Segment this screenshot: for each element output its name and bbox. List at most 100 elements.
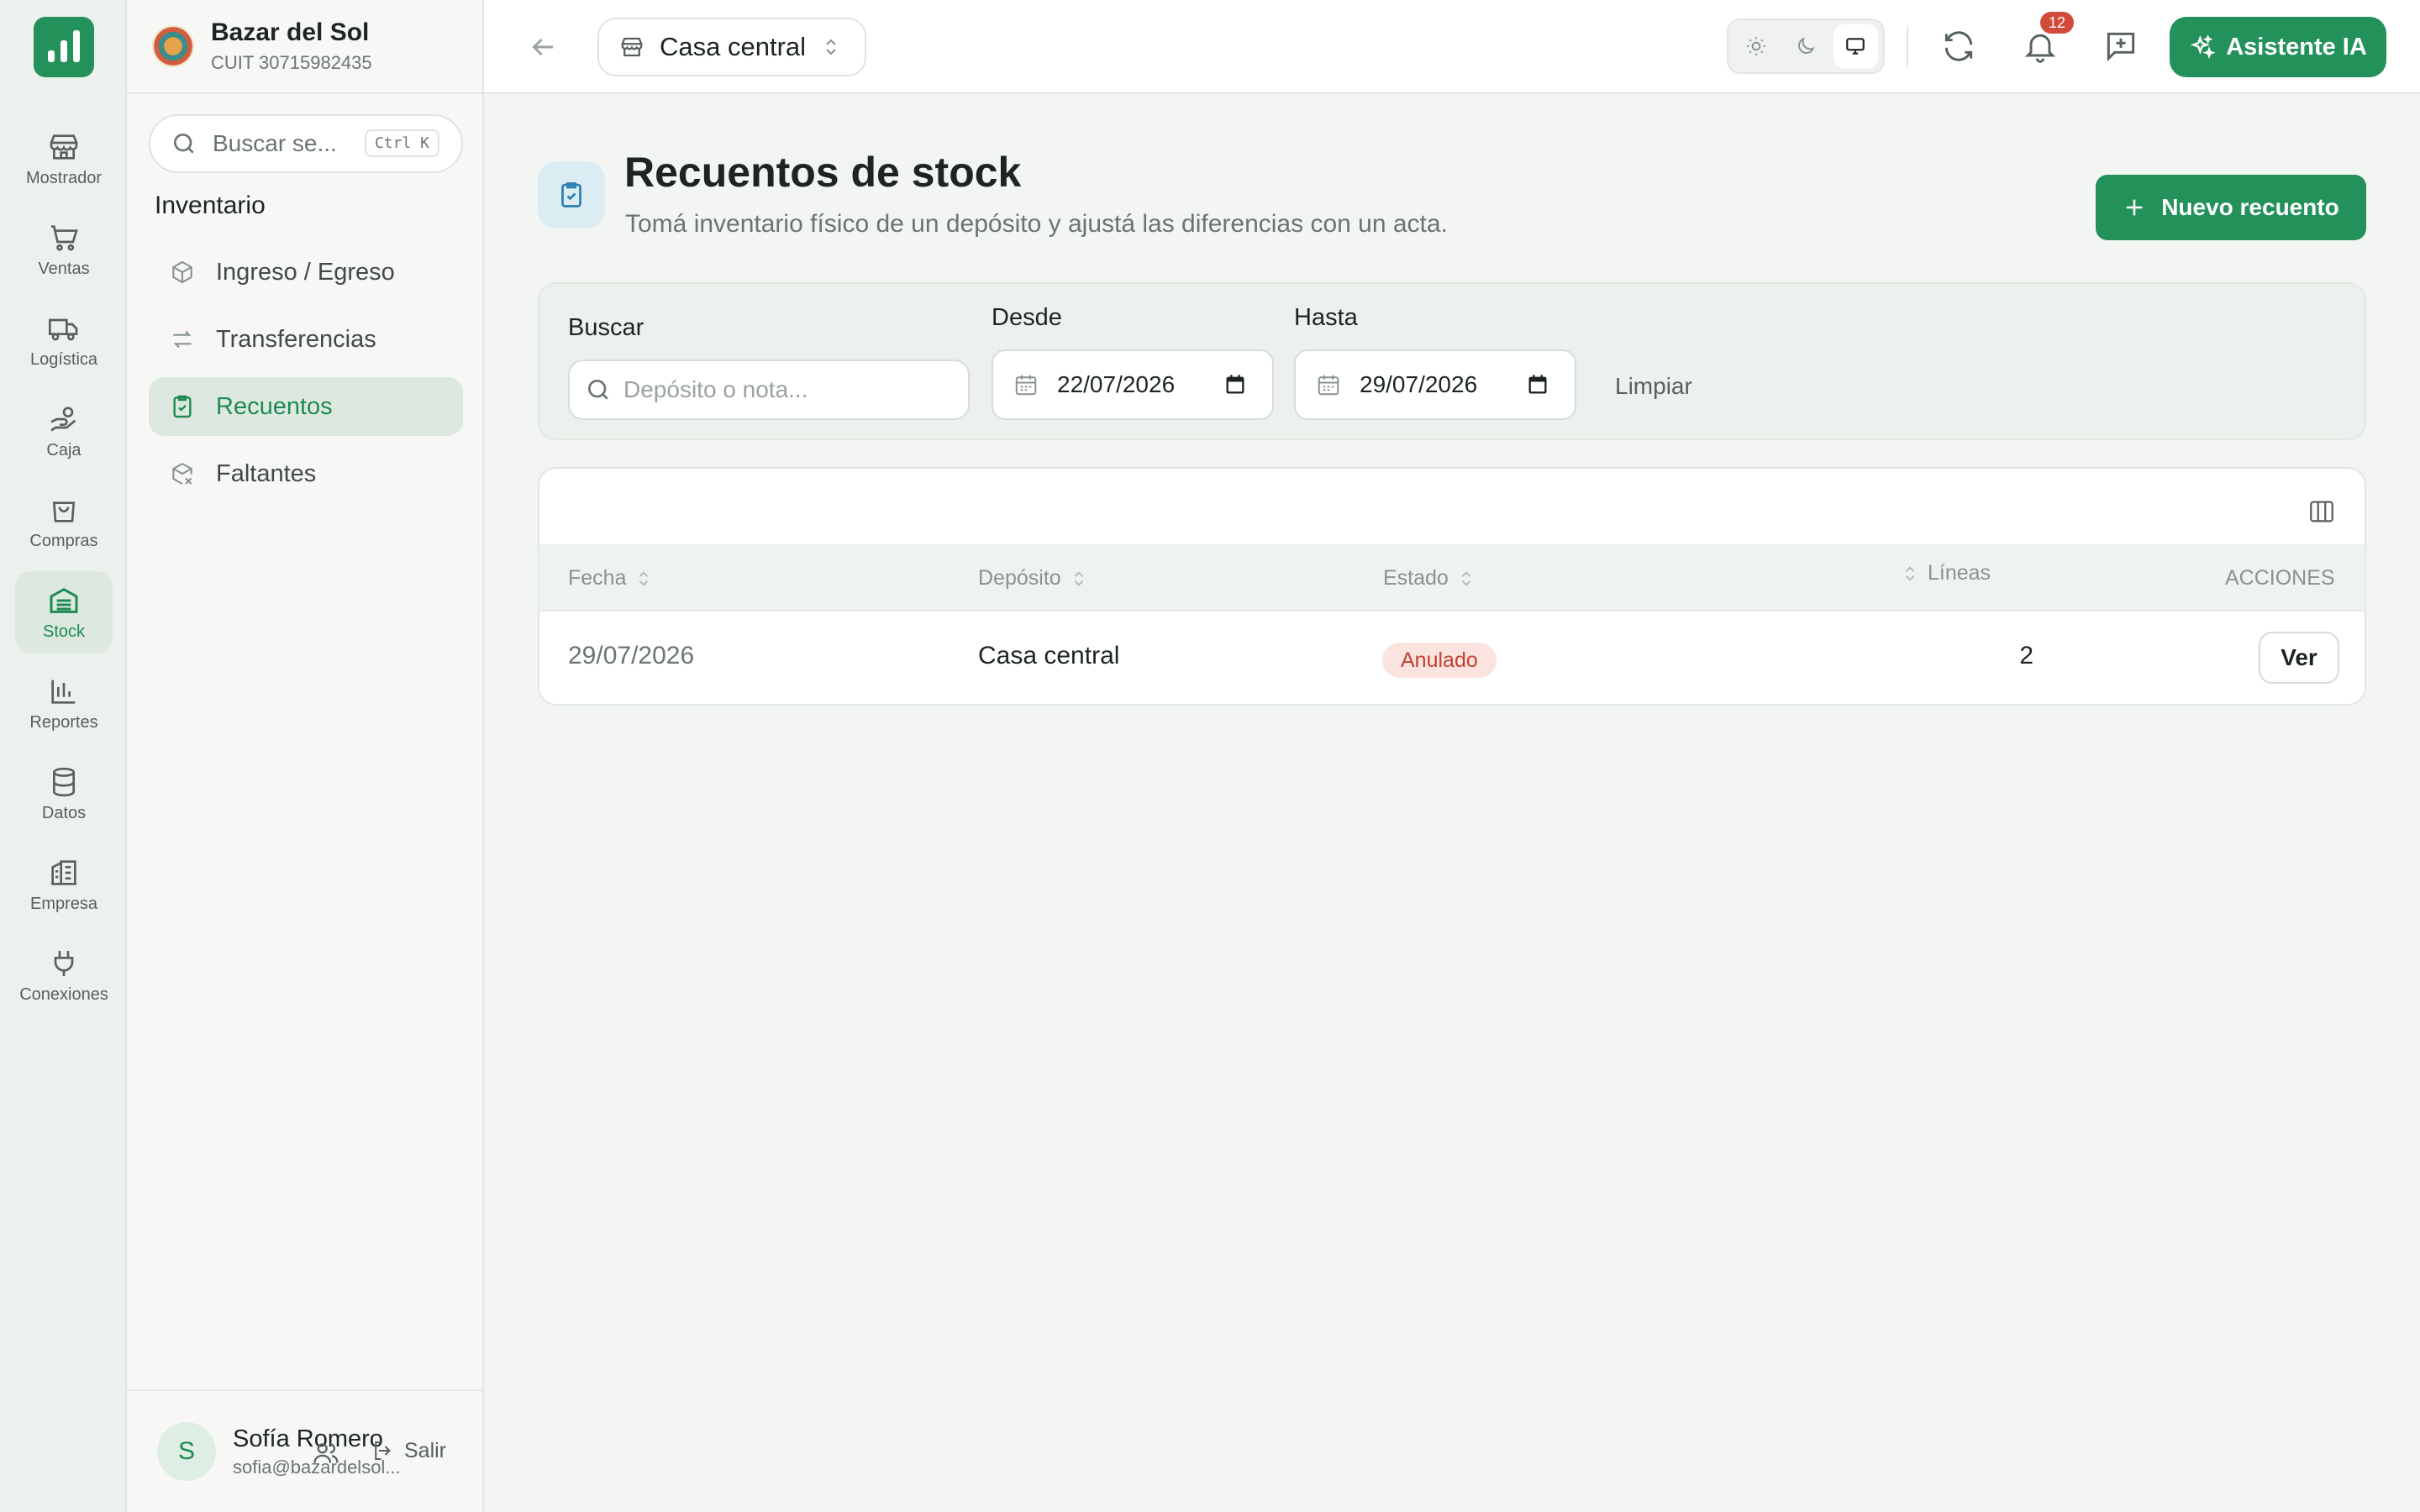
sidebar-item-ingreso-egreso[interactable]: Ingreso / Egreso bbox=[149, 243, 463, 302]
theme-light-button[interactable] bbox=[1733, 24, 1778, 68]
rail-item-label: Empresa bbox=[29, 894, 98, 913]
refresh-icon[interactable] bbox=[1940, 28, 1977, 65]
theme-toggle bbox=[1727, 18, 1885, 74]
warehouse-icon bbox=[50, 587, 78, 613]
ai-assistant-button[interactable]: Asistente IA bbox=[2170, 17, 2386, 77]
search-placeholder: Depósito o nota... bbox=[623, 376, 808, 402]
back-arrow-icon[interactable] bbox=[528, 32, 558, 62]
chevron-up-down-icon bbox=[826, 39, 836, 55]
column-header-deposito[interactable]: Depósito bbox=[978, 566, 1088, 591]
sort-icon bbox=[1074, 570, 1083, 586]
search-icon bbox=[588, 380, 608, 400]
clipboard-check-icon bbox=[538, 161, 605, 228]
search-input[interactable]: Depósito o nota... bbox=[568, 360, 970, 420]
sidebar-heading: Inventario bbox=[155, 192, 266, 219]
sidebar-item-label: Faltantes bbox=[216, 459, 317, 487]
sun-icon bbox=[1746, 37, 1765, 55]
column-label: Estado bbox=[1383, 566, 1449, 590]
theme-dark-button[interactable] bbox=[1783, 24, 1828, 68]
column-label: Depósito bbox=[978, 566, 1061, 590]
users-icon[interactable] bbox=[312, 1439, 340, 1467]
app-rail: Mostrador Ventas Logística Caja Compras … bbox=[0, 0, 127, 1512]
page-title: Recuentos de stock bbox=[624, 149, 1022, 196]
rail-item-caja[interactable]: Caja bbox=[15, 390, 113, 472]
app-logo-icon[interactable] bbox=[34, 17, 94, 77]
database-icon bbox=[53, 767, 75, 796]
rail-item-label: Mostrador bbox=[25, 168, 103, 187]
search-label: Buscar bbox=[568, 314, 644, 341]
logout-button[interactable]: Salir bbox=[371, 1438, 446, 1463]
brand[interactable]: Bazar del Sol CUIT 30715982435 bbox=[152, 18, 372, 74]
sidebar-item-label: Transferencias bbox=[216, 325, 376, 353]
sidebar-search-input[interactable]: Buscar se... Ctrl K bbox=[149, 114, 463, 173]
rail-item-label: Reportes bbox=[29, 712, 98, 732]
search-placeholder: Buscar se... bbox=[213, 130, 337, 156]
clear-filters-button[interactable]: Limpiar bbox=[1615, 373, 1692, 400]
bar-chart-icon bbox=[51, 680, 76, 704]
filters-panel: Buscar Depósito o nota... Desde 22/07/20… bbox=[538, 282, 2366, 440]
divider bbox=[127, 92, 484, 94]
column-header-acciones: ACCIONES bbox=[2225, 566, 2335, 591]
rail-item-reportes[interactable]: Reportes bbox=[15, 662, 113, 744]
date-picker-icon[interactable] bbox=[1526, 373, 1549, 396]
avatar[interactable]: S bbox=[157, 1422, 216, 1481]
hand-coins-icon bbox=[50, 406, 76, 431]
user-panel: S Sofía Romero sofia@bazardelsol... Sali… bbox=[127, 1389, 484, 1512]
from-date-value: 22/07/2026 bbox=[1057, 371, 1176, 397]
rail-item-empresa[interactable]: Empresa bbox=[15, 843, 113, 926]
sidebar-item-faltantes[interactable]: Faltantes bbox=[149, 444, 463, 503]
to-date-field[interactable]: 29/07/2026 bbox=[1294, 349, 1576, 420]
rail-item-compras[interactable]: Compras bbox=[15, 480, 113, 563]
clipboard-check-icon bbox=[173, 395, 192, 418]
rail-item-ventas[interactable]: Ventas bbox=[15, 208, 113, 291]
sidebar-item-label: Recuentos bbox=[216, 392, 333, 420]
column-header-fecha[interactable]: Fecha bbox=[568, 566, 653, 591]
new-count-label: Nuevo recuento bbox=[2161, 194, 2339, 220]
sidebar-item-transferencias[interactable]: Transferencias bbox=[149, 310, 463, 369]
column-header-lineas[interactable]: Líneas bbox=[1901, 561, 1991, 585]
table-header: Fecha Depósito Estado Líneas ACCIONES bbox=[539, 544, 2365, 612]
notification-badge: 12 bbox=[2040, 12, 2074, 34]
store-icon bbox=[50, 134, 78, 160]
rail-item-stock[interactable]: Stock bbox=[15, 571, 113, 654]
cell-lineas: 2 bbox=[2019, 642, 2033, 669]
building-icon bbox=[51, 859, 76, 885]
package-icon bbox=[172, 260, 192, 284]
message-plus-icon[interactable] bbox=[2102, 28, 2139, 65]
divider bbox=[1907, 25, 1908, 67]
view-button[interactable]: Ver bbox=[2259, 632, 2339, 684]
section-sidebar: Bazar del Sol CUIT 30715982435 Buscar se… bbox=[127, 0, 484, 1512]
sort-icon bbox=[1905, 565, 1915, 581]
columns-icon[interactable] bbox=[2307, 497, 2336, 526]
from-date-field[interactable]: 22/07/2026 bbox=[992, 349, 1274, 420]
sidebar-item-recuentos[interactable]: Recuentos bbox=[149, 377, 463, 436]
calendar-icon bbox=[1318, 375, 1339, 396]
top-bar: Casa central 12 Asistente IA bbox=[484, 0, 2420, 94]
rail-item-mostrador[interactable]: Mostrador bbox=[15, 118, 113, 200]
column-label: Fecha bbox=[568, 566, 627, 590]
rail-item-conexiones[interactable]: Conexiones bbox=[15, 934, 113, 1016]
theme-system-button[interactable] bbox=[1833, 24, 1878, 68]
new-count-button[interactable]: Nuevo recuento bbox=[2096, 175, 2366, 240]
logout-label: Salir bbox=[404, 1438, 447, 1462]
store-selector-value: Casa central bbox=[660, 32, 807, 61]
store-selector[interactable]: Casa central bbox=[597, 18, 866, 76]
shopping-bag-icon bbox=[52, 501, 76, 522]
ai-assistant-label: Asistente IA bbox=[2226, 33, 2367, 60]
sort-icon bbox=[1461, 570, 1471, 586]
from-label: Desde bbox=[992, 304, 1062, 331]
column-header-estado[interactable]: Estado bbox=[1383, 566, 1476, 591]
monitor-icon bbox=[1846, 38, 1865, 55]
rail-item-label: Compras bbox=[29, 531, 98, 550]
rail-item-datos[interactable]: Datos bbox=[15, 753, 113, 835]
logout-icon bbox=[375, 1441, 391, 1460]
rail-item-logistica[interactable]: Logística bbox=[15, 299, 113, 381]
cell-deposito: Casa central bbox=[978, 642, 1120, 669]
page-subtitle: Tomá inventario físico de un depósito y … bbox=[625, 210, 1448, 238]
rail-item-label: Conexiones bbox=[19, 984, 108, 1004]
truck-icon bbox=[49, 318, 78, 340]
date-picker-icon[interactable] bbox=[1223, 373, 1247, 396]
rail-item-label: Stock bbox=[42, 622, 86, 641]
plug-icon bbox=[54, 950, 74, 976]
counts-table: Fecha Depósito Estado Líneas ACCIONES 29… bbox=[538, 467, 2366, 706]
